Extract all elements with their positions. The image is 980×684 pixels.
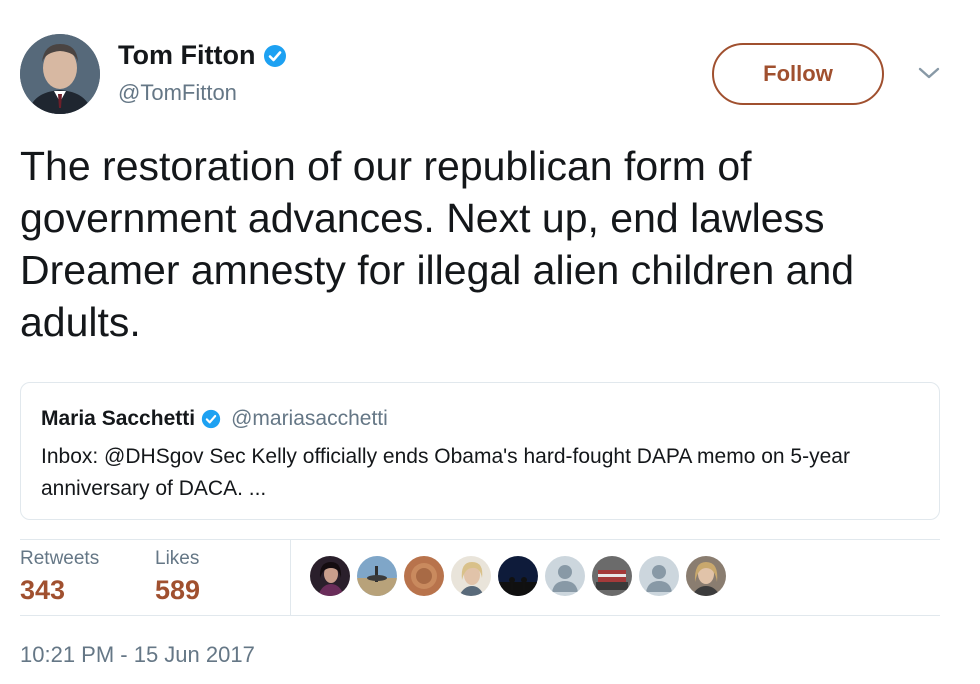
liker-avatar[interactable]: [310, 556, 350, 596]
retweets-stat[interactable]: Retweets 343: [20, 548, 99, 606]
follow-button[interactable]: Follow: [712, 43, 884, 105]
author-name-row: Tom Fitton: [118, 40, 287, 71]
verified-badge-icon: [264, 44, 287, 67]
author-handle[interactable]: @TomFitton: [118, 80, 237, 106]
profile-photo-icon: [451, 556, 491, 596]
quoted-tweet-text: Inbox: @DHSgov Sec Kelly officially ends…: [41, 445, 850, 500]
divider: [20, 615, 940, 616]
default-avatar-icon: [545, 556, 585, 596]
author-name[interactable]: Tom Fitton: [118, 40, 255, 71]
liker-avatar[interactable]: [639, 556, 679, 596]
profile-photo-icon: [310, 556, 350, 596]
chevron-down-icon[interactable]: [916, 64, 942, 82]
profile-photo-icon: [686, 556, 726, 596]
default-avatar-icon: [639, 556, 679, 596]
likes-stat[interactable]: Likes 589: [155, 548, 200, 606]
tweet-text: The restoration of our republican form o…: [20, 143, 855, 345]
liker-avatar[interactable]: [498, 556, 538, 596]
retweets-label: Retweets: [20, 548, 100, 569]
likes-label: Likes: [155, 548, 200, 569]
liker-avatar[interactable]: [545, 556, 585, 596]
liker-avatar[interactable]: [686, 556, 726, 596]
liker-avatars: [310, 556, 726, 596]
liker-avatar[interactable]: [404, 556, 444, 596]
retweets-count: 343: [20, 575, 66, 605]
quoted-author-handle: @mariasacchetti: [231, 407, 388, 430]
liker-avatar[interactable]: [451, 556, 491, 596]
profile-photo-icon: [20, 34, 100, 114]
author-avatar[interactable]: [20, 34, 100, 114]
divider: [20, 539, 940, 540]
profile-photo-icon: [357, 556, 397, 596]
liker-avatar[interactable]: [592, 556, 632, 596]
profile-photo-icon: [498, 556, 538, 596]
quoted-author-name: Maria Sacchetti: [41, 407, 196, 430]
quoted-tweet[interactable]: Maria Sacchetti @mariasacchetti Inbox: @…: [20, 382, 940, 520]
profile-photo-icon: [404, 556, 444, 596]
liker-avatar[interactable]: [357, 556, 397, 596]
profile-photo-icon: [592, 556, 632, 596]
tweet-timestamp[interactable]: 10:21 PM - 15 Jun 2017: [20, 642, 255, 668]
quoted-tweet-header: Maria Sacchetti @mariasacchetti: [41, 405, 917, 433]
stats-separator: [290, 540, 291, 615]
likes-count: 589: [155, 575, 201, 605]
verified-badge-icon: [201, 409, 221, 429]
